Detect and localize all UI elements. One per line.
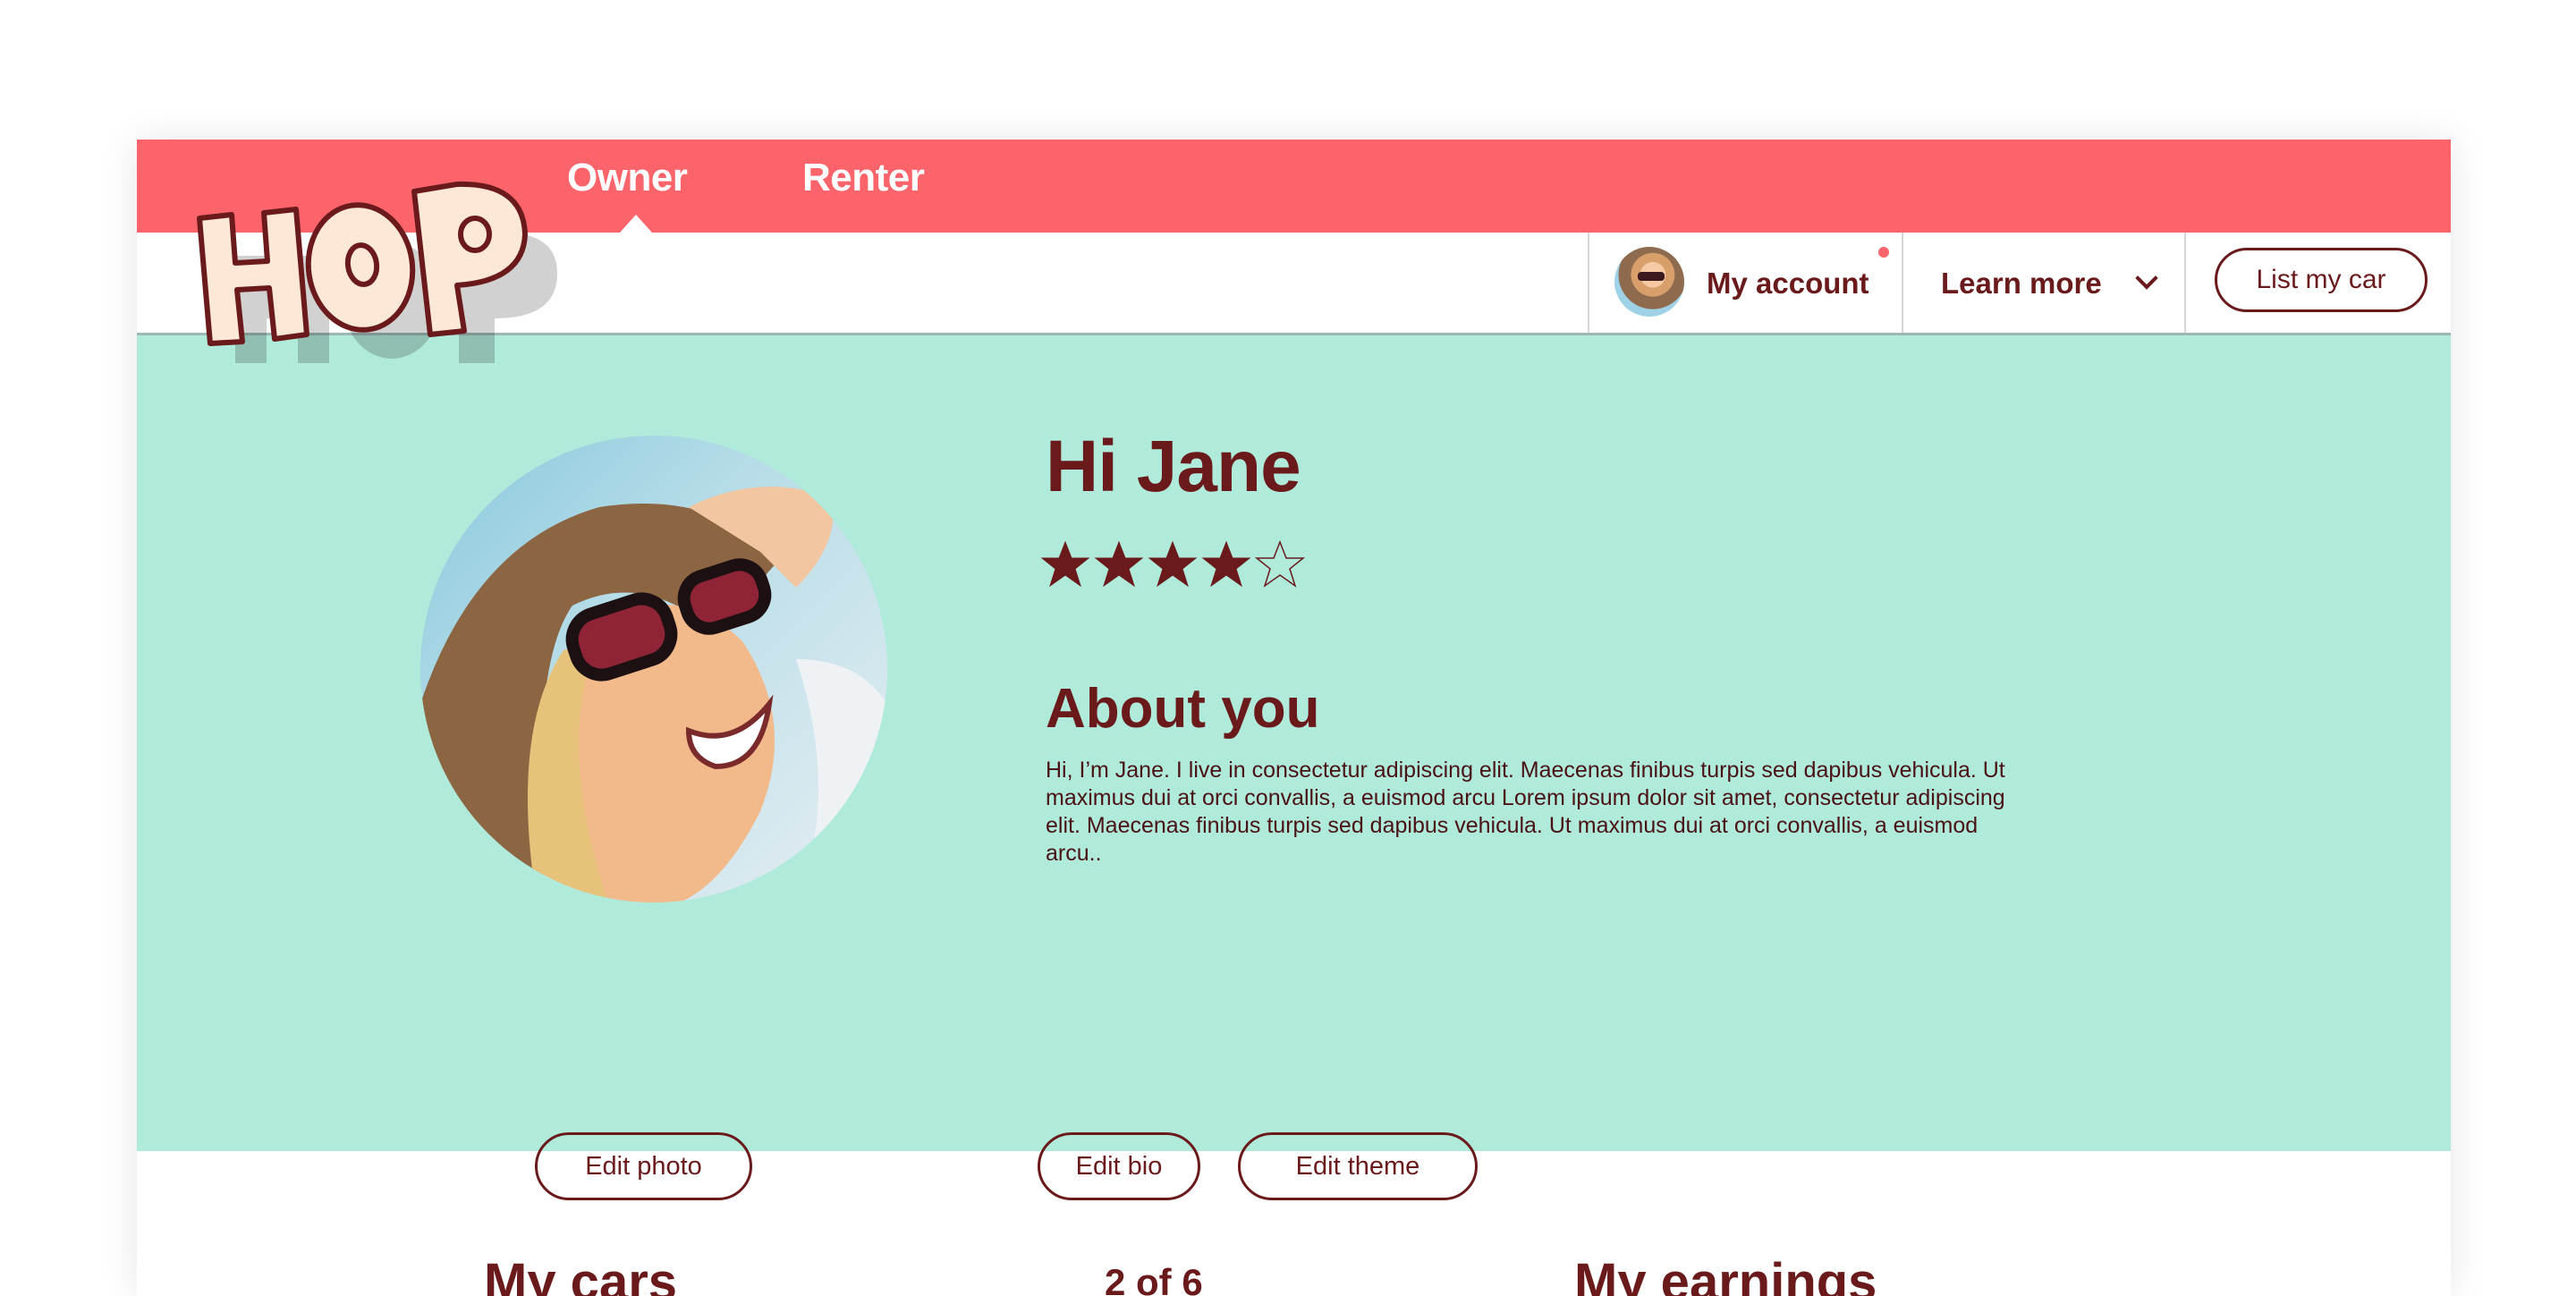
learn-more-dropdown[interactable]: Learn more <box>1902 233 2186 333</box>
cars-pager: 2 of 6 <box>1105 1261 1203 1296</box>
edit-photo-button[interactable]: Edit photo <box>535 1132 752 1200</box>
app-frame: Owner Renter My account Learn more List … <box>137 140 2451 1296</box>
my-account-menu[interactable]: My account <box>1588 233 1903 333</box>
active-tab-indicator <box>620 215 652 233</box>
star-empty-icon <box>1255 539 1305 588</box>
hop-logo[interactable] <box>173 156 557 388</box>
edit-theme-button[interactable]: Edit theme <box>1238 1132 1478 1200</box>
list-my-car-segment: List my car <box>2184 233 2451 333</box>
my-earnings-heading: My earnings <box>1574 1253 1877 1296</box>
list-my-car-button[interactable]: List my car <box>2215 248 2428 312</box>
greeting-title: Hi Jane <box>1046 426 1301 507</box>
rating-stars <box>1040 539 1305 589</box>
about-bio-text: Hi, I’m Jane. I live in consectetur adip… <box>1046 758 2005 866</box>
tab-owner[interactable]: Owner <box>567 156 688 200</box>
notification-dot <box>1878 247 1889 258</box>
edit-bio-button[interactable]: Edit bio <box>1038 1132 1200 1200</box>
star-filled-icon <box>1094 540 1144 588</box>
about-heading: About you <box>1046 678 1320 740</box>
profile-photo <box>420 436 887 902</box>
star-filled-icon <box>1148 540 1198 588</box>
tab-renter[interactable]: Renter <box>802 156 925 200</box>
my-cars-heading: My cars <box>484 1253 678 1296</box>
profile-hero: Hi Jane About you Hi, I’m Jane. I live i… <box>137 335 2451 1200</box>
avatar <box>1614 247 1684 317</box>
star-filled-icon <box>1201 540 1251 588</box>
learn-more-label: Learn more <box>1941 267 2102 300</box>
chevron-down-icon <box>2135 267 2158 290</box>
star-filled-icon <box>1040 540 1090 588</box>
my-account-label: My account <box>1707 267 1869 300</box>
